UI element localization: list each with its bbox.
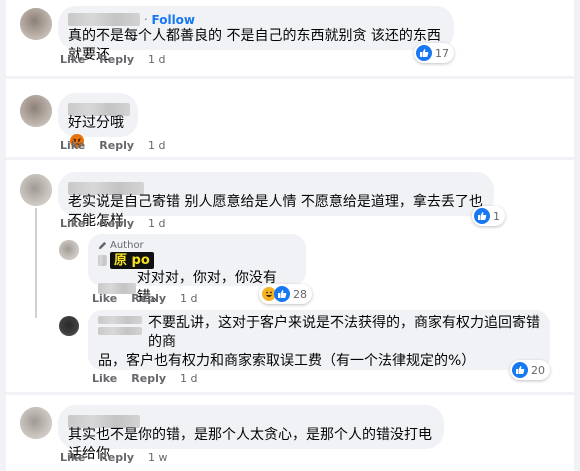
comment-bubble: 老实说是自己寄错 别人愿意给是人情 不愿意给是道理，拿去丢了也不能怎样 <box>58 172 494 229</box>
follow-button[interactable]: Follow <box>152 13 196 27</box>
reply-bubble: 不要乱讲，这对于客户来说是不法获得的，商家有权力追回寄错的商 品，客户也有权力和… <box>88 310 550 370</box>
reply-button[interactable]: Reply <box>99 53 134 66</box>
author-label: Author <box>110 239 144 251</box>
reply-avatar[interactable] <box>59 240 79 260</box>
reaction-summary[interactable]: 28 <box>259 284 312 304</box>
like-button[interactable]: Like <box>92 292 117 305</box>
reaction-count: 17 <box>435 46 449 60</box>
reply-button[interactable]: Reply <box>131 292 166 305</box>
reaction-count: 1 <box>493 209 500 223</box>
commenter-name[interactable] <box>98 255 107 266</box>
reaction-summary[interactable]: 20 <box>510 360 550 380</box>
author-badge: Author <box>98 238 296 252</box>
avatar[interactable] <box>20 95 52 127</box>
comment-card: 其实也不是你的错，是那个人太贪心，是那个人的错没打电话给你 Like Reply… <box>6 395 574 471</box>
comment-actions: Like Reply 1 d <box>60 217 166 230</box>
timestamp[interactable]: 1 d <box>148 139 165 152</box>
comment-bubble: · Follow 真的不是每个人都善良的 不是自己的东西就别贪 该还的东西就要还 <box>58 6 454 63</box>
timestamp[interactable]: 1 w <box>148 451 168 464</box>
like-reaction-icon <box>474 208 490 224</box>
po-tag: 原 po <box>110 252 154 269</box>
comment-actions: Like Reply 1 d <box>60 139 166 152</box>
reply-actions: Like Reply 1 d <box>92 372 198 385</box>
reply-avatar[interactable] <box>59 316 79 336</box>
comment-bubble: 其实也不是你的错，是那个人太贪心，是那个人的错没打电话给你 <box>58 405 444 462</box>
reaction-summary[interactable]: 17 <box>414 43 454 63</box>
timestamp[interactable]: 1 d <box>148 217 165 230</box>
reaction-summary[interactable]: 1 <box>472 206 505 226</box>
like-button[interactable]: Like <box>60 53 85 66</box>
comment-card: 好过分哦 Like Reply 1 d <box>6 79 574 157</box>
reply-button[interactable]: Reply <box>131 372 166 385</box>
like-reaction-icon <box>416 45 432 61</box>
timestamp[interactable]: 1 d <box>180 292 197 305</box>
reply-button[interactable]: Reply <box>99 139 134 152</box>
pencil-icon <box>98 241 107 249</box>
comment-text-body: 好过分哦 <box>68 115 124 131</box>
like-button[interactable]: Like <box>92 372 117 385</box>
avatar[interactable] <box>20 8 52 40</box>
reply-text-line2: 品，客户也有权力和商家索取误工费（有一个法律规定的%） <box>98 353 476 369</box>
commenter-name[interactable] <box>68 13 140 26</box>
like-reaction-icon <box>512 362 528 378</box>
reply-actions: Like Reply 1 d <box>92 292 198 305</box>
commenter-name-blur <box>98 327 142 335</box>
reply-bubble: Author 原 po 对对对，你对，你没有错。 <box>88 234 306 305</box>
like-button[interactable]: Like <box>60 217 85 230</box>
reply-text-line1: 不要乱讲，这对于客户来说是不法获得的，商家有权力追回寄错的商 <box>148 315 540 350</box>
reply-button[interactable]: Reply <box>99 451 134 464</box>
comment-actions: Like Reply 1 d <box>60 53 166 66</box>
comment-card: 老实说是自己寄错 别人愿意给是人情 不愿意给是道理，拿去丢了也不能怎样 1 Li… <box>6 160 574 392</box>
comment-card: · Follow 真的不是每个人都善良的 不是自己的东西就别贪 该还的东西就要还… <box>6 0 574 76</box>
like-button[interactable]: Like <box>60 139 85 152</box>
reply-button[interactable]: Reply <box>99 217 134 230</box>
avatar[interactable] <box>20 174 52 206</box>
like-button[interactable]: Like <box>60 451 85 464</box>
reaction-count: 20 <box>531 363 545 377</box>
commenter-name[interactable] <box>98 316 142 324</box>
like-reaction-icon <box>274 286 290 302</box>
comment-bubble: 好过分哦 <box>58 93 138 148</box>
reaction-count: 28 <box>293 287 307 301</box>
timestamp[interactable]: 1 d <box>180 372 197 385</box>
timestamp[interactable]: 1 d <box>148 53 165 66</box>
avatar[interactable] <box>20 407 52 439</box>
comment-actions: Like Reply 1 w <box>60 451 168 464</box>
thread-line <box>35 208 37 318</box>
